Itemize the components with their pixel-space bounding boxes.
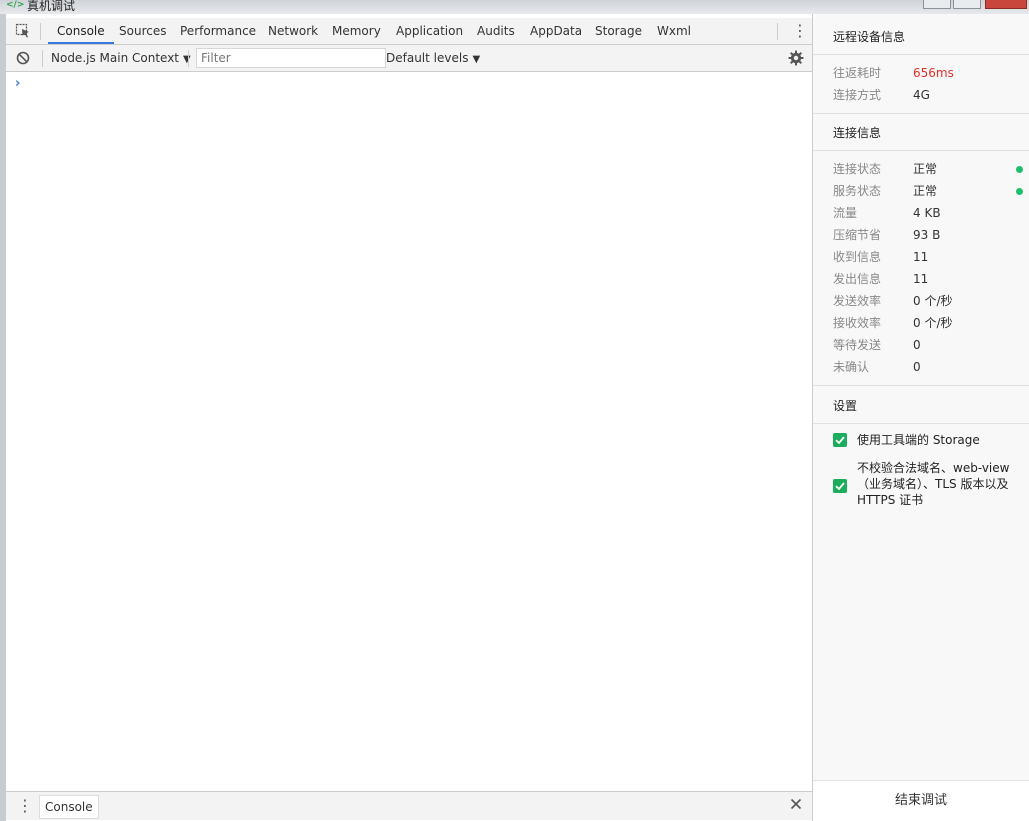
info-key: 往返耗时 [833, 66, 882, 80]
minimize-button[interactable] [923, 0, 951, 9]
close-window-button[interactable] [985, 0, 1027, 9]
checkbox-checked-icon[interactable] [833, 479, 847, 493]
info-key: 流量 [833, 206, 858, 220]
devtools-panel: Console Sources Performance Network Memory Ap… [6, 14, 813, 821]
connection-info-title: 连接信息 [833, 126, 882, 140]
info-row: 往返耗时 656ms [833, 62, 1023, 84]
tab-network[interactable]: Network [259, 18, 327, 44]
info-value: 0 个/秒 [913, 294, 953, 308]
info-row: 等待发送 0 [833, 334, 1023, 356]
tab-application[interactable]: Application [387, 18, 472, 44]
info-key: 服务状态 [833, 184, 882, 198]
end-debug-button[interactable]: 结束调试 [813, 780, 1029, 821]
tab-wxml[interactable]: Wxml [648, 18, 700, 44]
toolbar-separator [40, 23, 41, 40]
toolbar-separator [777, 23, 778, 40]
info-value: 4 KB [913, 206, 941, 220]
settings-title: 设置 [833, 399, 858, 413]
info-key: 连接状态 [833, 162, 882, 176]
inspect-element-icon[interactable] [15, 23, 31, 39]
info-key: 连接方式 [833, 88, 882, 102]
info-row: 收到信息 11 [833, 246, 1023, 268]
info-value: 4G [913, 88, 930, 102]
info-value: 656ms [913, 66, 954, 80]
divider [813, 54, 1029, 55]
divider [813, 385, 1029, 386]
divider [813, 423, 1029, 424]
info-row: 连接方式 4G [833, 84, 1023, 106]
info-row: 流量 4 KB [833, 202, 1023, 224]
context-selector[interactable]: Node.js Main Context ▼ [51, 45, 191, 71]
info-key: 压缩节省 [833, 228, 882, 242]
console-toolbar: Node.js Main Context▼ Default levels▼ [6, 45, 812, 72]
toolbar-separator [42, 50, 43, 67]
checkbox-checked-icon[interactable] [833, 433, 847, 447]
info-value: 0 [913, 360, 921, 374]
info-value: 11 [913, 250, 929, 264]
info-key: 发送效率 [833, 294, 882, 308]
context-label: Node.js Main Context [51, 51, 180, 65]
devtools-tabbar: Console Sources Performance Network Memory Ap… [6, 18, 812, 45]
info-value: 11 [913, 272, 929, 286]
log-levels-selector[interactable]: Default levels ▼ [386, 45, 480, 71]
gear-icon[interactable] [788, 50, 804, 66]
info-key: 收到信息 [833, 250, 882, 264]
tab-sources[interactable]: Sources [110, 18, 175, 44]
tab-performance[interactable]: Performance [171, 18, 265, 44]
code-icon: </> [6, 0, 25, 10]
info-value: 93 B [913, 228, 941, 242]
info-row: 服务状态 正常 [833, 180, 1023, 202]
info-value: 正常 [913, 184, 938, 198]
clear-console-icon[interactable] [16, 51, 30, 65]
info-row: 发送效率 0 个/秒 [833, 290, 1023, 312]
setting-label: 不校验合法域名、web-view（业务域名）、TLS 版本以及 HTTPS 证书 [857, 461, 1010, 507]
close-icon[interactable] [790, 798, 802, 810]
console-output[interactable]: › [6, 72, 812, 790]
info-key: 接收效率 [833, 316, 882, 330]
tab-memory[interactable]: Memory [323, 18, 390, 44]
info-row: 接收效率 0 个/秒 [833, 312, 1023, 334]
info-key: 等待发送 [833, 338, 882, 352]
window-titlebar: </> 真机调试 [0, 0, 1029, 14]
info-key: 未确认 [833, 360, 870, 374]
maximize-button[interactable] [953, 0, 981, 9]
info-value: 0 个/秒 [913, 316, 953, 330]
more-vertical-icon[interactable]: ⋮ [792, 22, 808, 40]
dropdown-caret-icon: ▼ [183, 54, 191, 65]
info-row: 发出信息 11 [833, 268, 1023, 290]
tab-storage[interactable]: Storage [586, 18, 651, 44]
info-row: 压缩节省 93 B [833, 224, 1023, 246]
remote-device-title: 远程设备信息 [833, 30, 906, 44]
status-dot-icon [1016, 166, 1023, 173]
tab-audits[interactable]: Audits [468, 18, 524, 44]
remote-debug-panel: 远程设备信息 往返耗时 656ms 连接方式 4G 连接信息 连接状态 正常 服务状态 正常… [813, 14, 1029, 821]
tab-appdata[interactable]: AppData [521, 18, 591, 44]
status-dot-icon [1016, 188, 1023, 195]
dropdown-caret-icon: ▼ [472, 54, 481, 65]
info-value: 正常 [913, 162, 938, 176]
divider [813, 150, 1029, 151]
tab-console[interactable]: Console [48, 18, 114, 44]
setting-label: 使用工具端的 Storage [857, 433, 980, 447]
divider [813, 113, 1029, 114]
info-value: 0 [913, 338, 921, 352]
console-prompt-icon: › [15, 76, 21, 91]
drawer-bar: ⋮ Console [6, 791, 812, 820]
info-row: 未确认 0 [833, 356, 1023, 378]
levels-label: Default levels [386, 51, 469, 65]
window-title: 真机调试 [27, 0, 76, 13]
drawer-tab-console[interactable]: Console [39, 795, 99, 819]
toolbar-separator [188, 50, 189, 67]
more-vertical-icon[interactable]: ⋮ [17, 797, 33, 815]
filter-input[interactable] [196, 48, 386, 68]
info-row: 连接状态 正常 [833, 158, 1023, 180]
info-key: 发出信息 [833, 272, 882, 286]
